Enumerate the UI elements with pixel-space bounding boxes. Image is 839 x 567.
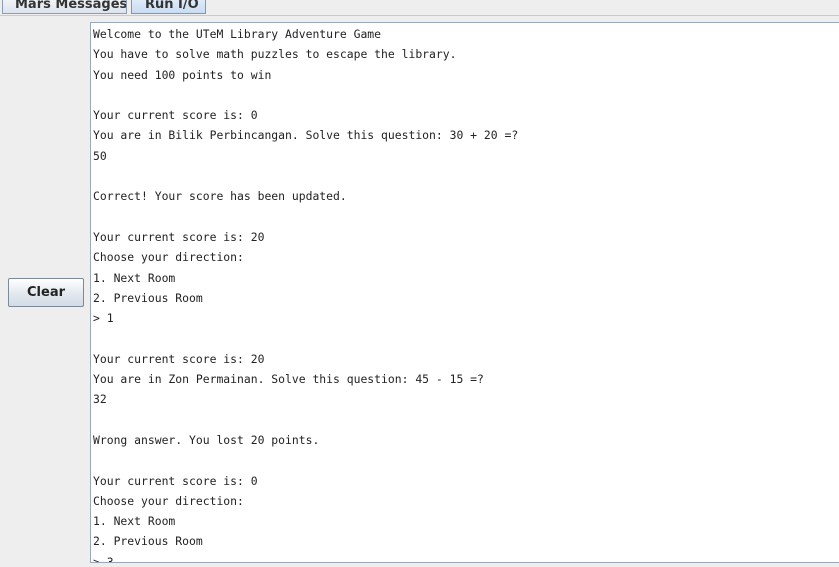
tab-mars-messages[interactable]: Mars Messages (2, 0, 127, 14)
clear-button[interactable]: Clear (8, 278, 84, 307)
console-text: Welcome to the UTeM Library Adventure Ga… (93, 27, 519, 563)
tab-run-io[interactable]: Run I/O (131, 0, 206, 14)
console-output[interactable]: Welcome to the UTeM Library Adventure Ga… (90, 22, 839, 563)
tab-bar: Mars Messages Run I/O (0, 0, 839, 16)
